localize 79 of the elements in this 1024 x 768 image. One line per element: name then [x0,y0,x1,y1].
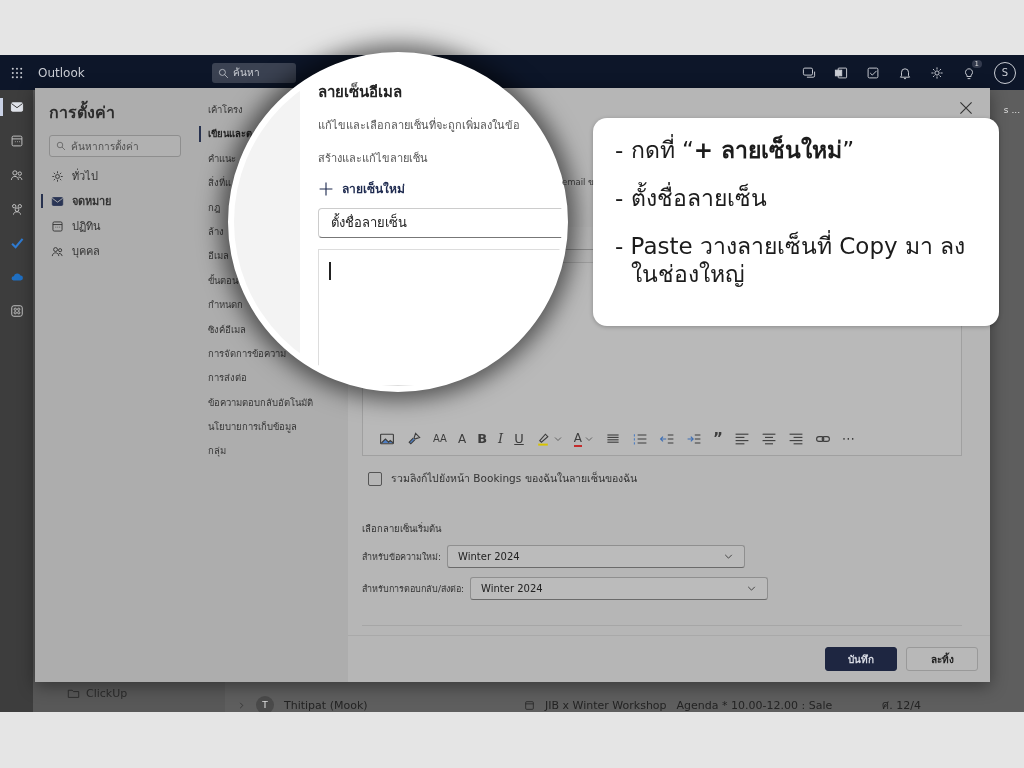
underline-button[interactable]: U [514,431,524,447]
settings-section[interactable]: การส่งต่อ [208,370,247,387]
settings-section[interactable]: ข้อความตอบกลับอัตโนมัติ [208,394,313,411]
search-field[interactable]: ค้นหา [212,62,296,83]
checkbox[interactable] [368,471,382,486]
document-icon[interactable] [834,65,848,80]
group-icon[interactable] [9,202,24,216]
calendar-icon [51,219,64,233]
apps-icon[interactable] [9,304,24,318]
signature-dropdown[interactable]: Winter 2024 [447,545,746,568]
avatar: T [256,696,274,712]
calendar-icon[interactable] [9,134,24,148]
settings-section[interactable]: อีเมล [208,248,229,265]
more-button[interactable]: ⋯ [841,431,855,447]
italic-button[interactable]: I [498,431,504,447]
save-button[interactable]: บันทึก [825,647,897,671]
field-label: สำหรับข้อความใหม่: [362,550,442,564]
message-sender: Thitipat (Mook) [284,698,369,712]
search-icon [218,67,229,79]
settings-search-field[interactable]: ค้นหาการตั้งค่า [49,135,181,157]
instruction-step: - กดที่ “+ ลายเซ็นใหม่” [615,136,989,164]
checkmark-icon[interactable] [9,236,24,250]
settings-section[interactable]: เค้าโครง [208,102,243,118]
chat-icon[interactable] [802,65,816,80]
settings-category[interactable]: ทั่วไป [49,166,181,186]
quote-button[interactable]: ” [713,431,723,447]
subheading: สร้างและแก้ไขลายเซ็น [318,150,429,167]
mail-icon [51,194,64,208]
image-icon[interactable] [379,431,395,447]
settings-icon[interactable] [930,65,944,80]
settings-section[interactable]: กำหนดก [208,297,243,314]
calendar-icon [524,699,535,711]
message-date: ศ. 12/4 [882,698,921,712]
settings-category[interactable]: ปฏิทิน [49,216,181,236]
truncated-text: s ... [1003,105,1020,115]
align-right-icon[interactable] [787,431,804,447]
settings-section[interactable]: การจัดการข้อความ [208,345,286,362]
settings-section[interactable]: นโยบายการเก็บข้อมูล [208,419,297,436]
message-preview: Agenda * 10.00-12.00 : Sale [676,698,833,712]
dialog-title: การตั้งค่า [49,100,181,125]
search-icon [56,141,66,151]
bell-icon[interactable] [898,65,912,80]
new-signature-button[interactable]: ลายเซ็นใหม่ [318,179,405,198]
app-name: Outlook [38,65,86,80]
app-launcher-icon[interactable] [10,65,24,80]
settings-section[interactable]: กลุ่ม [208,443,226,460]
mail-icon[interactable] [9,100,24,114]
settings-section[interactable]: คำแนะ [208,150,236,167]
section-description: แก้ไขและเลือกลายเซ็นที่จะถูกเพิ่มลงในข้อ [318,116,521,134]
settings-icon [51,169,64,183]
field-label: สำหรับการตอบกลับ/ส่งต่อ: [362,582,465,596]
people-icon[interactable] [9,168,24,182]
settings-section[interactable]: สิ่งที่แ [208,175,231,192]
close-button[interactable] [958,100,974,116]
section-title: ลายเซ็นอีเมล [318,81,403,103]
checklist-icon[interactable] [866,65,880,80]
people-icon [51,244,64,258]
discard-button[interactable]: ละทิ้ง [906,647,978,671]
settings-section[interactable]: กฎ [208,199,220,216]
align-left-icon[interactable] [733,431,750,447]
instruction-step: - ตั้งชื่อลายเซ็น [615,184,989,212]
checkbox-label: รวมลิงก์ไปยังหน้า Bookings ของฉันในลายเซ็นของฉัน [391,470,637,486]
paintbrush-icon[interactable] [406,431,422,447]
settings-category[interactable]: บุคคล [49,241,181,261]
bold-button[interactable]: B [477,431,488,447]
grow-button[interactable]: A [457,431,467,447]
signature-name-field[interactable]: ตั้งชื่อลายเซ็น [318,208,562,238]
fontsize-button[interactable]: AA [433,431,447,447]
plus-icon [318,180,334,197]
font-color-button[interactable]: A [573,431,582,447]
section-heading: เลือกลายเซ็นเริ่มต้น [362,521,443,536]
message-subject: JIB x Winter Workshop [545,698,667,712]
settings-section[interactable]: ล้าง [208,223,224,240]
settings-section[interactable]: ขั้นตอน [208,272,238,289]
settings-section[interactable]: ซิงค์อีเมล [208,321,246,338]
signature-dropdown[interactable]: Winter 2024 [470,577,769,600]
align-center-icon[interactable] [760,431,777,447]
lightbulb-icon[interactable] [962,65,976,80]
close-icon [958,100,974,116]
